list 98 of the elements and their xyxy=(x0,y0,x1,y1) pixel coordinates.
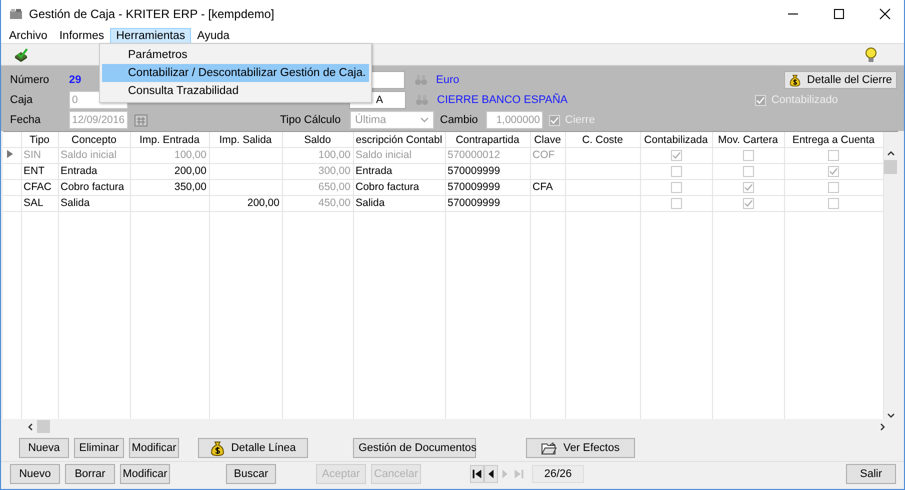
scroll-right-icon[interactable] xyxy=(880,422,886,430)
currency-name: Euro xyxy=(436,74,460,86)
checkbox[interactable] xyxy=(828,150,839,161)
table-cell: Salida xyxy=(60,197,90,210)
action-button[interactable]: Buscar xyxy=(226,464,276,484)
action-button[interactable]: Gestión de Documentos xyxy=(353,438,476,458)
table-cell: 200,00 xyxy=(247,197,280,210)
money-bag-icon xyxy=(210,440,226,456)
lightbulb-icon[interactable] xyxy=(864,46,878,62)
table-cell: CFAC xyxy=(24,181,52,194)
column-header[interactable]: escripción Contabl xyxy=(353,132,445,148)
table-cell: SAL xyxy=(24,197,44,210)
column-header[interactable]: Concepto xyxy=(58,132,130,148)
bank-name: CIERRE BANCO ESPAÑA xyxy=(437,94,568,106)
money-bag-icon xyxy=(789,72,802,88)
table-cell: 570009999 xyxy=(448,165,500,178)
table-cell: Saldo inicial xyxy=(60,149,117,162)
column-header[interactable]: Contrapartida xyxy=(445,132,530,148)
column-header[interactable]: Tipo xyxy=(21,132,58,148)
book-check-icon[interactable] xyxy=(13,46,29,62)
folder-icon xyxy=(541,442,558,454)
scroll-thumb[interactable] xyxy=(884,160,898,174)
table-cell: Cobro factura xyxy=(356,181,420,194)
table-cell: 350,00 xyxy=(174,181,206,194)
column-header[interactable]: Imp. Salida xyxy=(209,132,282,148)
table-cell: Salida xyxy=(356,197,385,210)
column-header[interactable]: C. Coste xyxy=(565,132,640,148)
action-button[interactable]: Ver Efectos xyxy=(526,438,635,458)
table-cell: COF xyxy=(532,149,555,162)
action-button[interactable]: Nueva xyxy=(19,438,69,458)
checkbox[interactable] xyxy=(742,182,754,193)
table-cell: Saldo inicial xyxy=(356,149,412,162)
previous-icon[interactable] xyxy=(484,465,498,483)
field-label: Cambio xyxy=(440,114,479,126)
close-icon[interactable] xyxy=(879,8,891,20)
column-header[interactable]: Mov. Cartera xyxy=(712,132,784,148)
checkbox[interactable] xyxy=(742,150,754,161)
checkbox[interactable] xyxy=(828,166,839,177)
first-record-icon[interactable] xyxy=(470,465,484,483)
scroll-left-icon[interactable] xyxy=(27,422,33,430)
table-cell: Entrada xyxy=(356,165,392,178)
menu-item[interactable]: Informes xyxy=(53,28,110,44)
column-header[interactable]: Imp. Entrada xyxy=(130,132,209,148)
table-cell: 570000012 xyxy=(448,149,500,162)
record-number: 29 xyxy=(69,74,82,86)
table-cell: 450,00 xyxy=(318,197,350,210)
table-cell: CFA xyxy=(532,181,553,194)
menu-item[interactable]: Archivo xyxy=(3,28,54,44)
table-cell: SIN xyxy=(24,149,42,162)
table-cell: 100,00 xyxy=(318,149,350,162)
menu-item[interactable]: Contabilizar / Descontabilizar Gestión de Caja. xyxy=(102,64,369,82)
calendar-icon[interactable] xyxy=(134,113,148,127)
scroll-down-icon[interactable] xyxy=(886,413,895,419)
scroll-thumb[interactable] xyxy=(37,420,50,433)
field-label: Tipo Cálculo xyxy=(280,114,342,126)
field-label: Número xyxy=(10,74,50,86)
action-button[interactable]: Borrar xyxy=(65,464,115,484)
menu-item[interactable]: Ayuda xyxy=(191,28,236,44)
table-cell: 300,00 xyxy=(318,165,350,178)
table-cell: 570009999 xyxy=(448,181,500,194)
table-cell: 570009999 xyxy=(448,197,500,210)
detalle-cierre-button[interactable]: Detalle del Cierre xyxy=(784,71,897,89)
table-cell: 200,00 xyxy=(174,165,206,178)
chevron-down-icon xyxy=(420,117,429,123)
column-header[interactable]: Clave xyxy=(530,132,565,148)
column-header[interactable]: Contabilizada xyxy=(640,132,712,148)
scroll-up-icon[interactable] xyxy=(886,150,895,156)
binoculars-icon[interactable] xyxy=(415,93,429,107)
exit-button[interactable]: Salir xyxy=(846,464,896,484)
app-icon xyxy=(9,8,23,20)
action-button[interactable]: Nuevo xyxy=(10,464,60,484)
checkbox[interactable] xyxy=(742,166,754,177)
maximize-icon[interactable] xyxy=(833,8,845,20)
action-button[interactable]: Eliminar xyxy=(74,438,124,458)
table-cell: ENT xyxy=(24,165,44,178)
checkbox[interactable] xyxy=(670,182,682,193)
column-header[interactable]: Saldo xyxy=(282,132,353,148)
checkbox[interactable] xyxy=(670,198,682,209)
table-cell: 650,00 xyxy=(318,181,350,194)
window-title: Gestión de Caja - KRITER ERP - [kempdemo] xyxy=(29,7,276,21)
action-button[interactable]: Modificar xyxy=(129,438,179,458)
checkbox[interactable] xyxy=(828,198,839,209)
field-label: Fecha xyxy=(10,114,42,126)
menu-item[interactable]: Herramientas xyxy=(110,28,192,44)
field-label: Caja xyxy=(10,94,34,106)
checkbox[interactable] xyxy=(670,150,682,161)
table-cell: Cobro factura xyxy=(60,181,124,194)
checkbox[interactable] xyxy=(828,182,839,193)
table-cell: Entrada xyxy=(60,165,98,178)
column-header[interactable]: Entrega a Cuenta xyxy=(784,132,883,148)
action-button[interactable]: Modificar xyxy=(120,464,170,484)
checkbox[interactable] xyxy=(742,198,754,209)
action-button[interactable]: Detalle Línea xyxy=(198,438,308,458)
checkbox[interactable] xyxy=(670,166,682,177)
table-cell: 100,00 xyxy=(174,149,206,162)
binoculars-icon[interactable] xyxy=(414,73,428,87)
menu-item[interactable]: Parámetros xyxy=(102,46,369,64)
record-position: 26/26 xyxy=(532,465,584,483)
